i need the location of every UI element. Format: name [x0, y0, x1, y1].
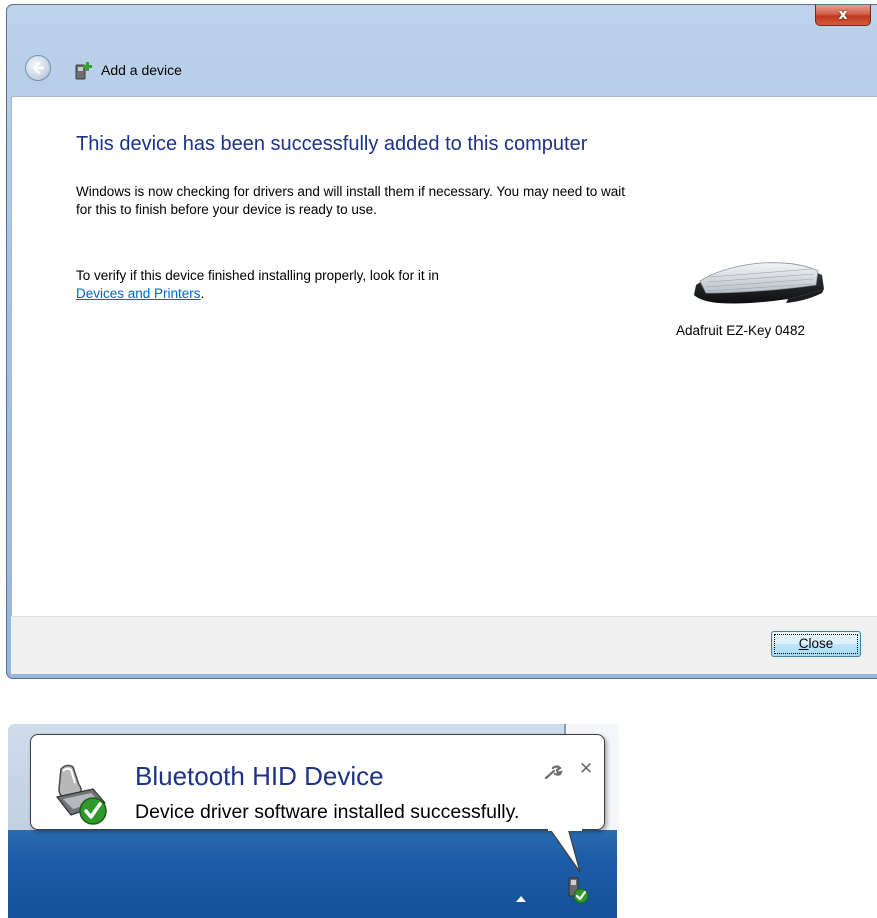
close-icon[interactable]: ✕ — [579, 759, 593, 779]
notification-message: Device driver software installed success… — [135, 801, 520, 823]
show-hidden-icons-icon[interactable] — [516, 896, 526, 902]
taskbar-notification-area: Bluetooth HID Device Device driver softw… — [8, 724, 619, 918]
notification-title: Bluetooth HID Device — [135, 761, 384, 791]
close-button[interactable]: Close — [771, 631, 861, 657]
notification-balloon[interactable]: Bluetooth HID Device Device driver softw… — [30, 734, 605, 830]
device-installed-icon — [55, 764, 107, 825]
back-button[interactable] — [25, 55, 51, 81]
verify-info-prefix: To verify if this device finished instal… — [76, 268, 439, 283]
page-heading: This device has been successfully added … — [76, 133, 588, 155]
verify-info-suffix: . — [200, 286, 205, 301]
balloon-pointer — [548, 828, 582, 873]
verify-info-text: To verify if this device finished instal… — [76, 267, 636, 303]
device-name: Adafruit EZ-Key 0482 — [676, 323, 806, 338]
back-arrow-icon — [32, 61, 45, 75]
add-device-icon — [75, 62, 92, 80]
dialog-footer: Close — [11, 616, 877, 674]
window-title: Add a device — [101, 62, 182, 78]
add-device-window: x Add a device This device has been succ… — [6, 4, 877, 679]
wrench-icon[interactable] — [543, 765, 563, 781]
driver-info-text: Windows is now checking for drivers and … — [76, 184, 625, 217]
taskbar — [8, 830, 617, 918]
keyboard-icon — [694, 262, 824, 304]
focus-rectangle — [774, 634, 858, 654]
window-close-button[interactable]: x — [815, 5, 871, 26]
dialog-content: This device has been successfully added … — [11, 96, 877, 616]
device-tray-icon[interactable] — [564, 876, 590, 904]
devices-and-printers-link[interactable]: Devices and Printers — [76, 286, 201, 301]
